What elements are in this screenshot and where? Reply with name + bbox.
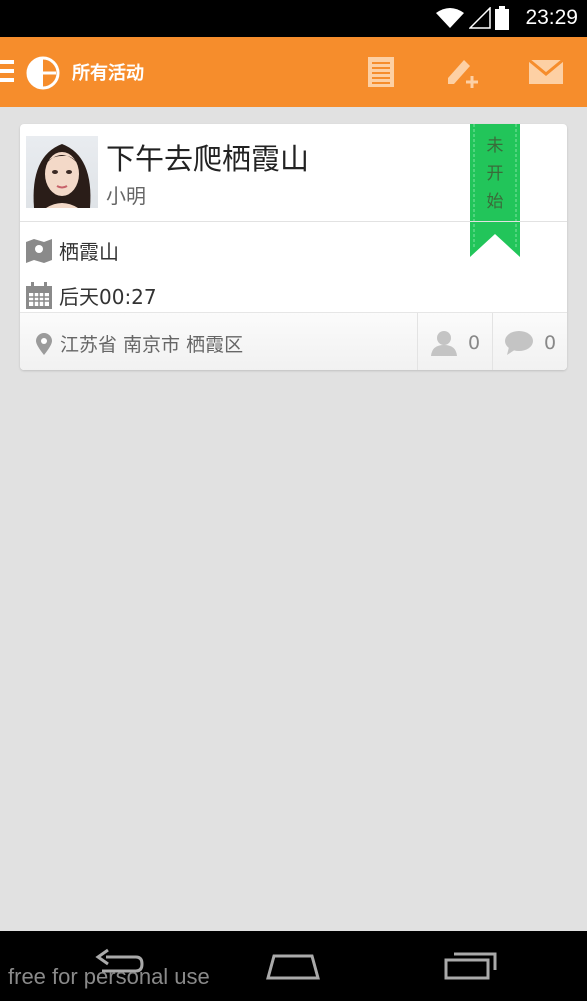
- divider: [20, 221, 567, 222]
- activity-card[interactable]: 下午去爬栖霞山 小明 未开始 栖霞山 后天00:27 江苏省 南京市 栖霞区 0…: [20, 124, 567, 370]
- battery-icon: [495, 6, 509, 30]
- watermark-text: free for personal use: [8, 964, 210, 989]
- status-bar: 23:29: [0, 0, 587, 37]
- footer-separator: [492, 313, 493, 370]
- location-pin-icon: [36, 332, 52, 355]
- footer-separator: [417, 313, 418, 370]
- menu-icon[interactable]: [0, 60, 14, 82]
- person-icon: [431, 331, 457, 356]
- page-title: 所有活动: [72, 63, 144, 84]
- app-bar: 所有活动: [0, 37, 587, 107]
- calendar-icon: [26, 281, 52, 309]
- organizer-name: 小明: [106, 184, 146, 208]
- status-icons: [435, 6, 509, 30]
- comments-count: 0: [544, 332, 557, 354]
- wifi-icon: [436, 8, 464, 28]
- participants-counter[interactable]: 0: [430, 330, 480, 356]
- time-text: 后天00:27: [59, 285, 157, 309]
- signal-icon: [469, 7, 491, 29]
- logo-icon[interactable]: [26, 56, 60, 90]
- new-activity-icon[interactable]: [444, 54, 480, 90]
- participants-count: 0: [468, 332, 481, 354]
- recent-apps-icon[interactable]: [444, 948, 498, 982]
- mail-icon[interactable]: [528, 54, 564, 90]
- place-row: 栖霞山: [25, 236, 119, 265]
- home-icon[interactable]: [266, 948, 320, 982]
- status-badge: 未开始: [470, 132, 520, 216]
- location-text: 江苏省 南京市 栖霞区: [60, 334, 244, 356]
- activity-title: 下午去爬栖霞山: [106, 142, 310, 176]
- map-icon: [26, 238, 52, 263]
- status-label: 未开始: [486, 136, 504, 212]
- status-time: 23:29: [525, 6, 578, 29]
- avatar[interactable]: [26, 136, 98, 208]
- comments-counter[interactable]: 0: [504, 330, 556, 356]
- location-info: 江苏省 南京市 栖霞区: [36, 330, 243, 357]
- place-text: 栖霞山: [59, 240, 119, 264]
- list-icon[interactable]: [363, 54, 399, 90]
- card-footer: 江苏省 南京市 栖霞区 0 0: [20, 312, 567, 370]
- comment-icon: [505, 331, 533, 355]
- time-row: 后天00:27: [25, 281, 157, 310]
